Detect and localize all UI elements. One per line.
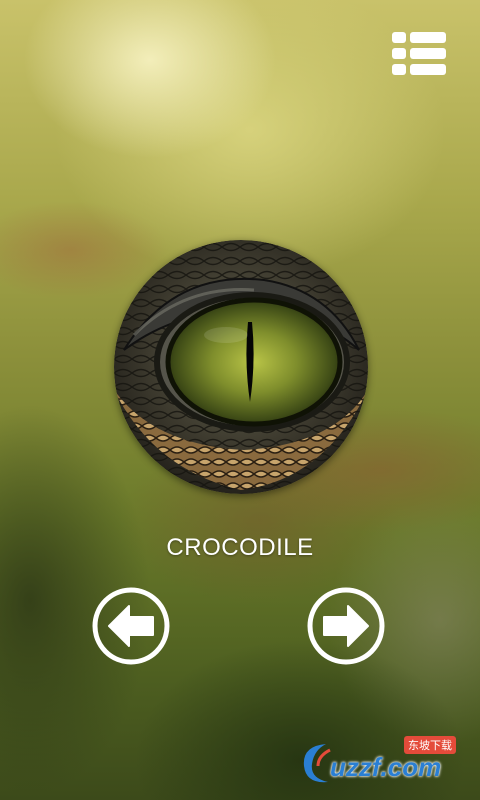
menu-button[interactable] xyxy=(392,32,446,76)
animal-name-label: CROCODILE xyxy=(166,534,314,561)
animal-eye-image xyxy=(114,240,368,494)
next-button[interactable] xyxy=(306,586,386,666)
watermark-logo: 东坡下载 uzzf.com xyxy=(296,734,478,788)
watermark-text: uzzf.com xyxy=(330,752,442,782)
list-menu-icon xyxy=(392,32,446,43)
arrow-right-circle-icon xyxy=(307,587,385,665)
arrow-left-circle-icon xyxy=(92,587,170,665)
previous-button[interactable] xyxy=(91,586,171,666)
